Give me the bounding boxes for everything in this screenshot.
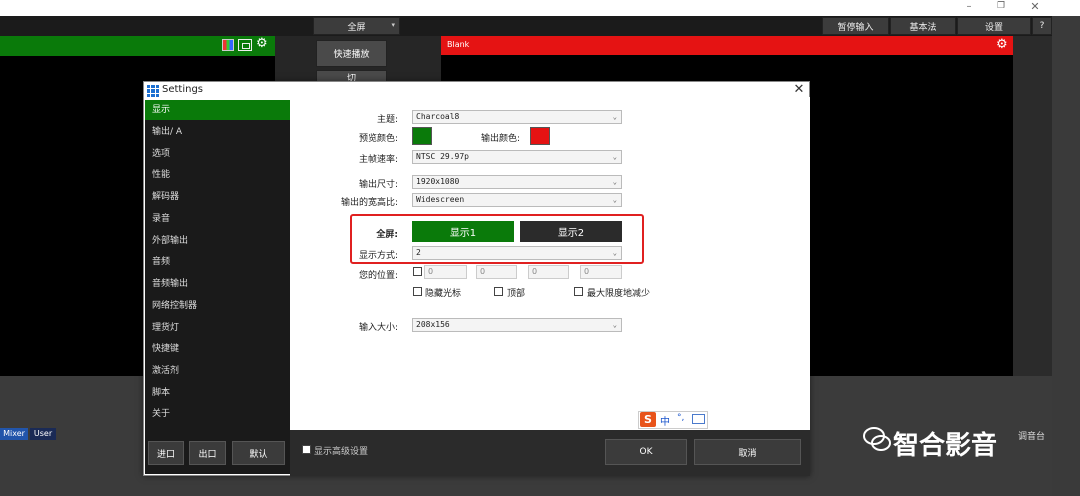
sidebar-item-recording[interactable]: 录音 <box>145 209 290 229</box>
export-button[interactable]: 出口 <box>189 441 226 465</box>
settings-button[interactable]: 设置 <box>957 17 1031 35</box>
sidebar-item-options[interactable]: 选项 <box>145 144 290 164</box>
keyboard-icon[interactable] <box>692 414 705 424</box>
right-edge-strip <box>1052 16 1080 496</box>
position-width-input[interactable]: 0 <box>528 265 569 279</box>
fullscreen-label: 全屏: <box>376 230 398 240</box>
output-color-swatch[interactable] <box>530 127 550 145</box>
sidebar-item-audio[interactable]: 音频 <box>145 252 290 272</box>
ime-punctuation[interactable]: °, <box>677 413 684 423</box>
chevron-down-icon: ▾ <box>391 21 395 29</box>
chevron-down-icon: ⌄ <box>612 196 617 204</box>
frame-rate-select[interactable]: NTSC 29.97p ⌄ <box>412 150 622 164</box>
hide-cursor-checkbox[interactable] <box>413 287 422 296</box>
audio-mixer-label[interactable]: 调音台 <box>1018 429 1045 442</box>
chevron-down-icon: ⌄ <box>612 249 617 257</box>
sidebar-item-output-a[interactable]: 输出/ A <box>145 122 290 142</box>
preview-color-label: 预览颜色: <box>358 134 398 144</box>
chevron-down-icon: ⌄ <box>612 153 617 161</box>
top-checkbox[interactable] <box>494 287 503 296</box>
minimize-checkbox[interactable] <box>574 287 583 296</box>
position-checkbox[interactable] <box>413 267 422 276</box>
chevron-down-icon: ⌄ <box>612 321 617 329</box>
gear-icon[interactable]: ⚙ <box>256 36 272 54</box>
top-label: 顶部 <box>507 289 526 299</box>
frame-icon[interactable] <box>238 39 252 51</box>
sidebar-item-external-output[interactable]: 外部输出 <box>145 231 290 251</box>
theme-select[interactable]: Charcoal8 ⌄ <box>412 110 622 124</box>
gear-icon[interactable]: ⚙ <box>996 37 1012 54</box>
sidebar-item-display[interactable]: 显示 <box>145 100 290 120</box>
fullscreen-dropdown[interactable]: 全屏 ▾ <box>313 17 400 35</box>
fullscreen-dropdown-label: 全屏 <box>347 22 366 33</box>
default-button[interactable]: 默认 <box>232 441 285 465</box>
output-size-select[interactable]: 1920x1080 ⌄ <box>412 175 622 189</box>
display-mode-select[interactable]: 2 ⌄ <box>412 246 622 260</box>
watermark-text: 智合影音 <box>893 431 998 461</box>
close-icon[interactable]: ✕ <box>792 83 806 97</box>
preview-color-swatch[interactable] <box>412 127 432 145</box>
position-y-input[interactable]: 0 <box>476 265 517 279</box>
theme-label: 主题: <box>376 115 398 125</box>
import-button[interactable]: 进口 <box>148 441 184 465</box>
chevron-down-icon: ⌄ <box>612 178 617 186</box>
color-bars-icon[interactable] <box>222 39 234 51</box>
output-title: Blank <box>447 40 470 49</box>
sidebar-item-decoder[interactable]: 解码器 <box>145 187 290 207</box>
show-advanced-label: 显示高级设置 <box>314 447 369 457</box>
aspect-ratio-value: Widescreen <box>416 195 465 204</box>
window-close-icon[interactable]: ✕ <box>1028 0 1042 14</box>
quick-play-button[interactable]: 快速播放 <box>316 40 387 67</box>
position-height-input[interactable]: 0 <box>580 265 622 279</box>
input-size-select[interactable]: 208x156 ⌄ <box>412 318 622 332</box>
show-advanced-checkbox[interactable] <box>302 445 311 454</box>
ime-logo-icon[interactable]: S <box>640 412 656 427</box>
settings-grid-icon <box>147 85 159 97</box>
aspect-ratio-select[interactable]: Widescreen ⌄ <box>412 193 622 207</box>
sidebar-item-script[interactable]: 脚本 <box>145 383 290 403</box>
sidebar-item-audio-output[interactable]: 音频输出 <box>145 274 290 294</box>
pause-input-button[interactable]: 暂停输入 <box>822 17 889 35</box>
display-mode-value: 2 <box>416 248 421 257</box>
sidebar-item-activator[interactable]: 激活剂 <box>145 361 290 381</box>
sidebar-item-performance[interactable]: 性能 <box>145 165 290 185</box>
output-size-value: 1920x1080 <box>416 177 460 186</box>
frame-rate-value: NTSC 29.97p <box>416 152 469 161</box>
window-titlebar <box>0 0 1080 16</box>
minimize-icon[interactable]: – <box>962 1 976 13</box>
display-2-button[interactable]: 显示2 <box>520 221 622 242</box>
ime-language[interactable]: 中 <box>660 413 670 428</box>
basic-method-button[interactable]: 基本法 <box>890 17 956 35</box>
frame-rate-label: 主帧速率: <box>358 155 398 165</box>
chevron-down-icon: ⌄ <box>612 113 617 121</box>
output-color-label: 输出颜色: <box>480 134 520 144</box>
output-size-label: 输出尺寸: <box>358 180 398 190</box>
cancel-button[interactable]: 取消 <box>694 439 801 465</box>
input-size-label: 输入大小: <box>358 323 398 333</box>
dialog-title: Settings <box>162 84 204 95</box>
ok-button[interactable]: OK <box>605 439 687 465</box>
wechat-icon <box>863 427 891 451</box>
sidebar-item-shortcuts[interactable]: 快捷键 <box>145 339 290 359</box>
sidebar-item-about[interactable]: 关于 <box>145 404 290 424</box>
restore-icon[interactable]: ❐ <box>994 1 1008 13</box>
sidebar-item-network-controller[interactable]: 网络控制器 <box>145 296 290 316</box>
minimize-label: 最大限度地减少 <box>587 289 651 299</box>
position-label: 您的位置: <box>358 271 398 281</box>
output-header <box>441 36 1013 55</box>
sidebar-item-tally-light[interactable]: 理货灯 <box>145 318 290 338</box>
help-button[interactable]: ? <box>1032 17 1052 35</box>
input-size-value: 208x156 <box>416 320 450 329</box>
aspect-ratio-label: 输出的宽高比: <box>340 198 398 208</box>
theme-value: Charcoal8 <box>416 112 460 121</box>
user-tab[interactable]: User <box>30 428 56 440</box>
display-1-button[interactable]: 显示1 <box>412 221 514 242</box>
mixer-tab[interactable]: Mixer <box>0 428 28 440</box>
hide-cursor-label: 隐藏光标 <box>425 289 462 299</box>
display-mode-label: 显示方式: <box>358 251 398 261</box>
position-x-input[interactable]: 0 <box>424 265 467 279</box>
